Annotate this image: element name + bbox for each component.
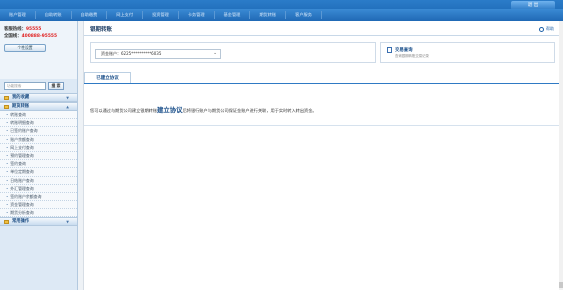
tab-area: 已建立协议 您可以通过与期货公司建立银期转账建立协议后将银行账户与期货公司保证金… [84,72,563,152]
hotline-line: 客服热线：95555 [4,26,73,33]
chevron-down-icon: ⌄ [213,51,217,56]
sidebar-subitem[interactable]: 已签约账户查询 [0,127,77,136]
nav-item-transfer[interactable]: 自助转账 [36,11,72,19]
top-navigation: 账户管理 自助转账 自助缴费 网上支付 投资管理 卡务管理 基金管理 期货转账 … [0,9,563,21]
account-select-value: 资金账户：6225**********6035 [101,51,162,56]
sidebar-subitem[interactable]: 单位定期查询 [0,168,77,177]
section-label: 期货转账 [12,104,30,109]
section-futures-transfer[interactable]: 期货转账 ▲ [0,102,77,111]
para-text-before: 您可以通过与期货公司建立银期转账 [90,108,158,113]
sidebar-subitem[interactable]: 日结账户查询 [0,176,77,185]
scrollbar-thumb[interactable] [559,282,563,288]
sidebar-subitem[interactable]: 期货分析查询 [0,209,77,218]
scrollbar[interactable] [559,21,563,290]
national-line: 全国线：400888-95555 [4,33,73,40]
title-bar: 银期转账 帮助 [84,21,563,36]
tab-established-agreement[interactable]: 已建立协议 [84,72,131,83]
tab-panel: 您可以通过与期货公司建立银期转账建立协议后将银行账户与期货公司保证金账户进行关联… [84,84,563,126]
nav-item-fund[interactable]: 基金管理 [215,11,251,19]
section-favorites[interactable]: 我的收藏 ▼ [0,93,77,102]
user-settings-button[interactable]: 个性设置 [4,44,46,52]
sidebar-subitem[interactable]: 签约账户余额查询 [0,192,77,202]
chevron-down-icon: ▼ [66,220,69,225]
nav-item-card[interactable]: 卡务管理 [179,11,215,19]
chevron-up-icon: ▲ [66,105,69,109]
para-text-after: 后将银行账户与期货公司保证金账户进行关联，用于实时转入转出资金。 [182,108,317,113]
account-panel: 资金账户：6225**********6035 ⌄ [90,42,376,63]
section-common-actions[interactable]: 常用操作 ▼ [0,217,77,227]
folder-icon [4,219,9,224]
sidebar-subitem[interactable]: 资金管理查询 [0,201,77,210]
user-info: 客服热线：95555 全国线：400888-95555 个性设置 [0,21,77,79]
sidebar: 客服热线：95555 全国线：400888-95555 个性设置 功能搜索 搜 … [0,21,78,290]
section-label: 常用操作 [12,219,30,225]
folder-icon [4,95,9,100]
agreement-description: 您可以通过与期货公司建立银期转账建立协议后将银行账户与期货公司保证金账户进行关联… [90,105,317,114]
section-label: 我的收藏 [12,95,30,100]
hotline-label: 客服热线： [4,27,26,32]
nav-item-futures[interactable]: 期货转账 [250,11,287,19]
main-content: 银期转账 帮助 资金账户：6225**********6035 ⌄ 交易查询 查… [84,21,563,290]
nav-item-account[interactable]: 账户管理 [0,11,36,19]
search-button[interactable]: 搜 索 [48,82,64,90]
nav-item-online-pay[interactable]: 网上支付 [107,11,144,19]
page-title: 银期转账 [90,27,113,33]
help-icon [539,26,544,32]
help-link[interactable]: 帮助 [539,26,554,32]
sidebar-subitem[interactable]: 预约管理查询 [0,151,77,161]
sidebar-subitem[interactable]: 转账明细查询 [0,119,77,128]
card-subtitle: 查询银期转账交易记录 [395,54,429,58]
search-input[interactable]: 功能搜索 [4,82,46,90]
sidebar-subitem[interactable]: 账户余额查询 [0,135,77,144]
sidebar-subitem[interactable]: 签约查询 [0,160,77,169]
document-icon [387,47,392,53]
search-row: 功能搜索 搜 索 [0,79,77,93]
help-label: 帮助 [546,26,554,31]
hotline-value: 95555 [25,27,42,32]
account-select[interactable]: 资金账户：6225**********6035 ⌄ [95,49,221,59]
transaction-query-card[interactable]: 交易查询 查询银期转账交易记录 [380,42,555,63]
nav-item-payment[interactable]: 自助缴费 [72,11,108,19]
national-label: 全国线： [4,34,22,39]
national-value: 400888-95555 [21,34,58,39]
establish-agreement-link[interactable]: 建立协议 [157,106,183,114]
folder-icon [4,104,9,109]
nav-item-service[interactable]: 客户服务 [286,11,322,19]
nav-item-investment[interactable]: 投资管理 [143,11,179,19]
sidebar-subitem[interactable]: 转账查询 [0,111,77,120]
sidebar-subitem[interactable]: 网上支付查询 [0,143,77,152]
sidebar-subitem[interactable]: 外汇管理查询 [0,184,77,193]
